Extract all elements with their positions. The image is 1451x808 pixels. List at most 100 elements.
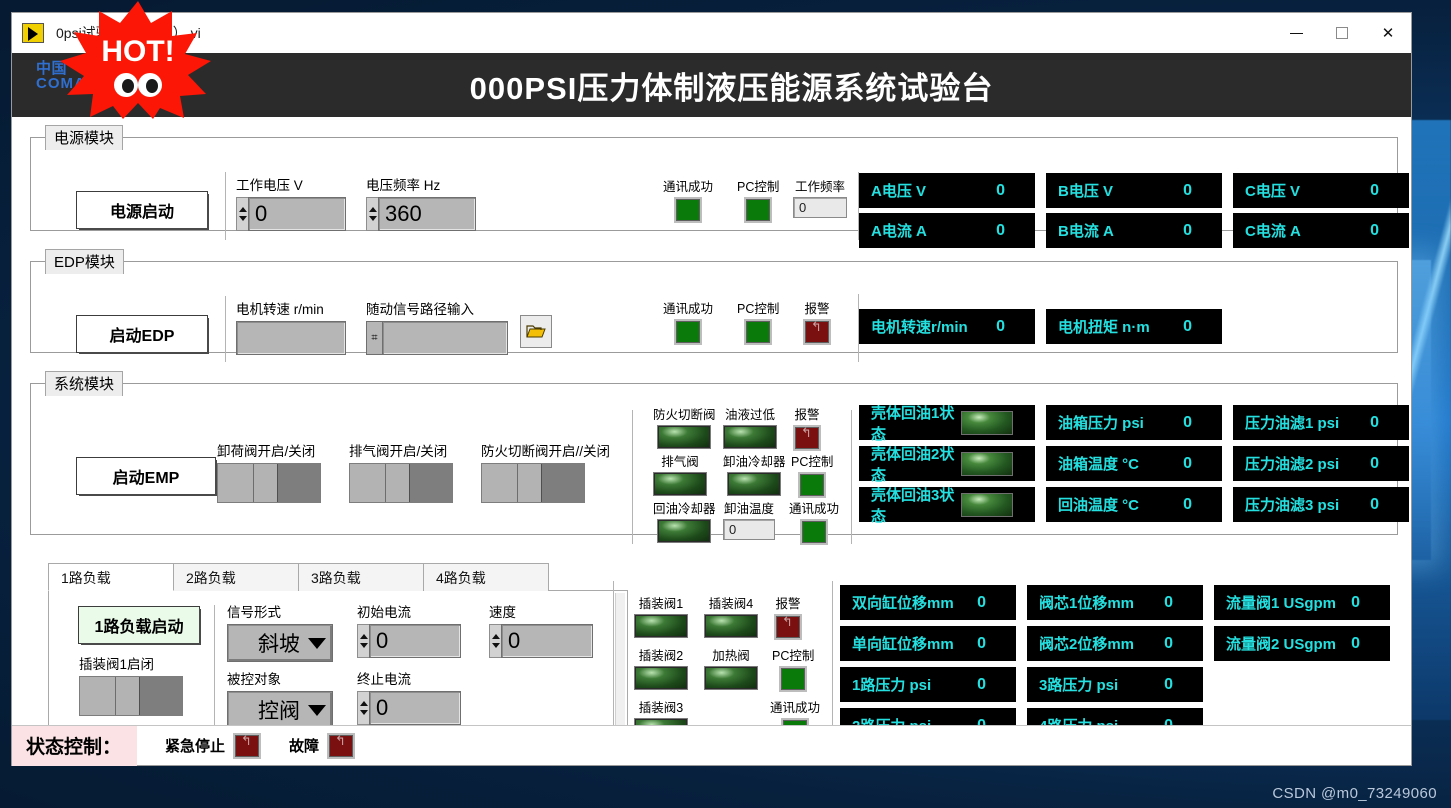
initial-current-input[interactable]: 0 <box>369 624 461 658</box>
display-value: 0 <box>1370 413 1379 431</box>
drain-cooler-led <box>727 472 782 496</box>
fire-shutoff-label: 防火切断阀开启//关闭 <box>481 444 611 459</box>
fire-shutoff-switch[interactable] <box>481 463 585 503</box>
display-flow-valve-1: 流量阀1 USgpm 0 <box>1214 585 1390 620</box>
voltage-frequency-input[interactable]: 360 <box>378 197 476 231</box>
controlled-object-select[interactable]: 控阀 <box>227 691 333 729</box>
chevron-down-icon <box>308 637 326 649</box>
tab-scrollbar[interactable] <box>615 593 625 745</box>
comm-ok-led <box>674 319 702 345</box>
signal-form-select[interactable]: 斜坡 <box>227 624 333 662</box>
logo-line-1: 中国 <box>36 60 68 77</box>
divider <box>632 410 633 544</box>
unload-valve-switch[interactable] <box>217 463 321 503</box>
indicator-pc-control: PC控制 <box>791 451 833 498</box>
tab-load-4[interactable]: 4路负载 <box>423 563 549 591</box>
divider <box>832 581 833 749</box>
indicator-oil-low: 油液过低 <box>723 404 777 449</box>
status-emergency-stop: 紧急停止 <box>165 732 262 759</box>
fault-led[interactable] <box>327 732 356 759</box>
indicator-alarm: 报警 <box>793 404 821 451</box>
indicator-heating-valve: 加热阀 <box>704 645 758 690</box>
working-voltage-label: 工作电压 V <box>236 178 303 193</box>
display-label: 1路压力 psi <box>852 677 932 694</box>
window-title: 0psi试验台V9（t改）.vi <box>56 25 201 41</box>
indicator-label: PC控制 <box>737 302 780 316</box>
divider <box>613 581 614 749</box>
emp-start-button[interactable]: 启动EMP <box>77 458 215 494</box>
display-value: 0 <box>1183 181 1192 199</box>
display-motor-torque: 电机扭矩 n·m 0 <box>1046 309 1222 344</box>
end-current-label: 终止电流 <box>357 672 411 687</box>
motor-rpm-input[interactable] <box>236 321 346 355</box>
load-tab-control: 1路负载 2路负载 3路负载 4路负载 1路负载启动 插装阀1启闭 信号形式 斜… <box>48 563 628 749</box>
display-value: 0 <box>1370 221 1379 239</box>
display-bidirectional-cylinder: 双向缸位移mm 0 <box>840 585 1016 620</box>
display-label: 阀芯1位移mm <box>1039 595 1135 612</box>
case-drain-2-led <box>961 451 1013 476</box>
indicator-pc-control: PC控制 <box>772 645 814 692</box>
voltage-frequency-stepper[interactable] <box>366 197 378 231</box>
indicator-label: 报警 <box>775 597 801 611</box>
display-label: C电流 A <box>1245 223 1301 240</box>
working-voltage-input[interactable]: 0 <box>248 197 346 231</box>
display-label: B电压 V <box>1058 183 1114 200</box>
display-spool1-displacement: 阀芯1位移mm 0 <box>1027 585 1203 620</box>
display-label: 壳体回油2状态 <box>871 445 955 484</box>
pc-control-led <box>744 197 773 223</box>
minimize-button[interactable] <box>1273 13 1319 53</box>
follow-signal-path-input[interactable] <box>382 321 508 355</box>
display-value: 0 <box>977 634 986 652</box>
window-controls: ✕ <box>1273 13 1411 53</box>
voltage-frequency-label: 电压频率 Hz <box>366 178 441 193</box>
end-current-input[interactable]: 0 <box>369 691 461 725</box>
display-label: B电流 A <box>1058 223 1114 240</box>
display-label: C电压 V <box>1245 183 1301 200</box>
maximize-button[interactable] <box>1319 13 1365 53</box>
indicator-comm-ok: 通讯成功 <box>789 498 839 545</box>
emergency-stop-led[interactable] <box>233 732 262 759</box>
initial-current-stepper[interactable] <box>357 624 369 658</box>
tab-load-2[interactable]: 2路负载 <box>173 563 299 591</box>
power-start-button[interactable]: 电源启动 <box>77 192 207 228</box>
working-voltage-stepper[interactable] <box>236 197 248 231</box>
speed-input[interactable]: 0 <box>501 624 593 658</box>
speed-stepper[interactable] <box>489 624 501 658</box>
edp-start-button[interactable]: 启动EDP <box>77 316 207 352</box>
cartridge-valve-1-switch[interactable] <box>79 676 183 716</box>
heating-valve-led <box>704 666 758 690</box>
indicator-label: 通讯成功 <box>663 302 714 316</box>
status-control-label: 状态控制： <box>12 725 138 766</box>
display-label: 3路压力 psi <box>1039 677 1119 694</box>
display-case-drain-1: 壳体回油1状态 <box>859 405 1035 443</box>
tab-load-1[interactable]: 1路负载 <box>48 563 174 591</box>
indicator-cartridge-valve-2: 插装阀2 <box>634 645 688 690</box>
load1-start-button[interactable]: 1路负载启动 <box>79 607 199 643</box>
oil-low-led <box>723 425 777 449</box>
application-window: 0psi试验台V9（t改）.vi ✕ 中国 COMAC 000PSI压力体制液压… <box>12 1 1411 766</box>
display-label: 流量阀1 USgpm <box>1226 595 1337 612</box>
display-value: 0 <box>1351 593 1360 611</box>
display-return-temperature: 回油温度 °C 0 <box>1046 487 1222 522</box>
cartridge-valve-1-label: 插装阀1启闭 <box>79 657 155 672</box>
folder-icon[interactable] <box>520 315 552 348</box>
exhaust-valve-switch[interactable] <box>349 463 453 503</box>
display-tank-pressure: 油箱压力 psi 0 <box>1046 405 1222 440</box>
exhaust-valve-led <box>653 472 707 496</box>
comac-logo: 中国 COMAC <box>36 61 98 91</box>
end-current-stepper[interactable] <box>357 691 369 725</box>
controlled-object-control: 被控对象 控阀 <box>227 668 333 729</box>
cartridge-valve-1-switch-group: 插装阀1启闭 <box>79 653 183 716</box>
front-panel: 电源模块 电源启动 工作电压 V 0 电压频率 Hz 360 通讯成功 PC控制… <box>12 117 1411 766</box>
divider <box>214 605 215 729</box>
motor-rpm-label: 电机转速 r/min <box>236 302 324 317</box>
display-value: 0 <box>1351 634 1360 652</box>
indicator-label: 报警 <box>804 302 830 316</box>
display-flow-valve-2: 流量阀2 USgpm 0 <box>1214 626 1390 661</box>
display-value: 0 <box>1164 634 1173 652</box>
indicator-label: 加热阀 <box>712 649 750 663</box>
tab-load-3[interactable]: 3路负载 <box>298 563 424 591</box>
close-icon[interactable]: ✕ <box>1365 13 1411 53</box>
display-spool2-displacement: 阀芯2位移mm 0 <box>1027 626 1203 661</box>
display-label: 壳体回油1状态 <box>871 404 955 443</box>
